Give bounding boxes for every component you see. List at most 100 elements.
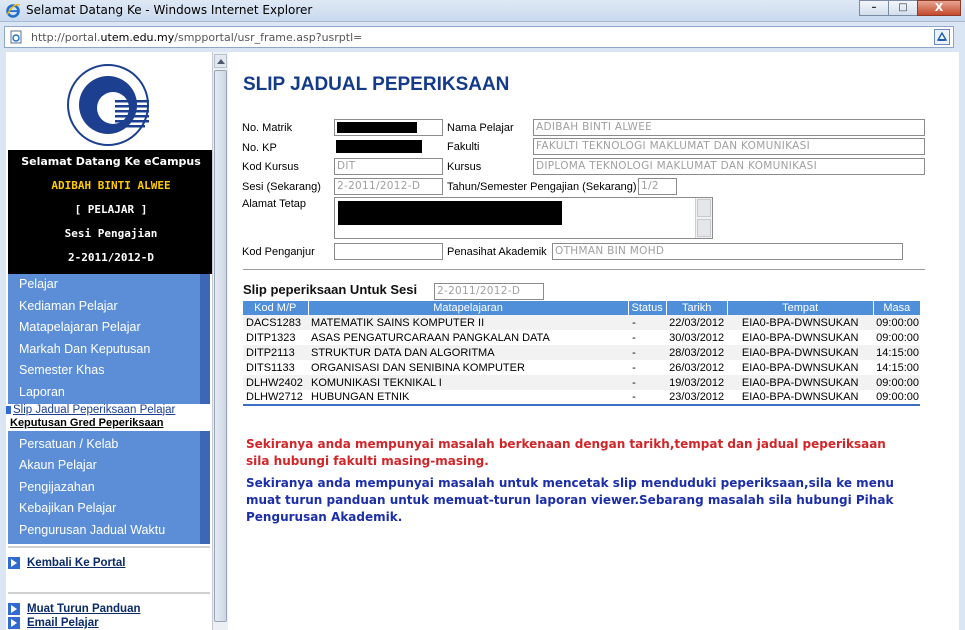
tahun-semester-field: 1/2 [638, 178, 677, 195]
page-icon [10, 30, 22, 44]
col-header: Status [628, 301, 667, 315]
no-kp-redacted [336, 140, 422, 153]
table-cell: EIA0-BPA-DWNSUKAN [727, 375, 874, 390]
table-cell: EIA0-BPA-DWNSUKAN [727, 345, 874, 360]
link-kembali-portal[interactable]: Kembali Ke Portal [8, 556, 125, 570]
session-label: Sesi Pengajian [64, 227, 158, 240]
penasihat-akademik-field: OTHMAN BIN MOHD [552, 243, 903, 260]
scroll-up-icon[interactable] [697, 199, 711, 217]
table-cell: 26/03/2012 [666, 360, 728, 375]
table-cell: MATEMATIK SAINS KOMPUTER II [308, 315, 629, 330]
table-cell: ORGANISASI DAN SENIBINA KOMPUTER [308, 360, 629, 375]
label-no-matrik: No. Matrik [242, 122, 293, 134]
menu-item-matapelajaran[interactable]: Matapelajaran Pelajar [8, 317, 200, 339]
table-cell: - [628, 360, 667, 375]
table-cell: EIA0-BPA-DWNSUKAN [727, 360, 874, 375]
student-name: ADIBAH BINTI ALWEE [51, 179, 171, 192]
col-header: Masa [873, 301, 920, 315]
scroll-up-icon[interactable] [214, 54, 227, 68]
nama-pelajar-field: ADIBAH BINTI ALWEE [533, 119, 925, 136]
minimize-icon: – [871, 2, 877, 13]
sidebar-menu: Pelajar Kediaman Pelajar Matapelajaran P… [6, 274, 212, 544]
label-fakulti: Fakulti [447, 141, 480, 153]
url-field[interactable]: http://portal.utem.edu.my/smpportal/usr_… [4, 26, 954, 48]
address-bar: http://portal.utem.edu.my/smpportal/usr_… [0, 22, 965, 52]
note-faculty-contact: Sekiranya anda mempunyai masalah berkena… [246, 437, 886, 468]
menu-item-kediaman[interactable]: Kediaman Pelajar [8, 296, 200, 318]
table-row: DLHW2402 KOMUNIKASI TEKNIKAL I -19/03/2012… [243, 375, 920, 390]
label-alamat-tetap: Alamat Tetap [242, 198, 307, 210]
menu-item-pengijazahan[interactable]: Pengijazahan [8, 477, 200, 499]
menu-item-pelajar[interactable]: Pelajar [8, 274, 200, 296]
welcome-text: Selamat Datang Ke eCampus [21, 155, 201, 168]
maximize-icon: □ [898, 2, 908, 13]
table-cell: 14:15:00 [873, 360, 920, 375]
table-cell: 28/03/2012 [666, 345, 728, 360]
arrow-link-icon [8, 557, 20, 569]
menu-item-kebajikan[interactable]: Kebajikan Pelajar [8, 498, 200, 520]
ie-icon [6, 4, 21, 18]
menu-item-persatuan[interactable]: Persatuan / Kelab [8, 434, 200, 456]
user-role: [ PELAJAR ] [74, 203, 148, 216]
table-cell: - [628, 390, 667, 406]
close-icon: X [934, 1, 944, 14]
session-value: 2-2011/2012-D [67, 251, 155, 264]
minimize-button[interactable]: – [859, 0, 889, 16]
no-matrik-field [334, 119, 443, 136]
textarea-scrollbar[interactable] [695, 198, 712, 238]
menu-item-semester-khas[interactable]: Semester Khas [8, 360, 200, 382]
table-cell: EIA0-BPA-DWNSUKAN [727, 390, 874, 406]
close-button[interactable]: X [917, 0, 961, 16]
url-text: http://portal.utem.edu.my/smpportal/usr_… [31, 31, 363, 44]
menu-item-laporan[interactable]: Laporan [8, 382, 200, 404]
page-title: SLIP JADUAL PEPERIKSAAN [243, 74, 510, 95]
menu-item-akaun[interactable]: Akaun Pelajar [8, 455, 200, 477]
menu-item-keputusan-gred[interactable]: Keputusan Gred Peperiksaan [6, 416, 212, 431]
sidebar-scrollbar[interactable] [212, 52, 228, 630]
table-cell: DITP2113 [243, 345, 308, 360]
slip-session-field: 2-2011/2012-D [434, 283, 544, 300]
table-cell: DLHW2712 [243, 390, 308, 406]
table-cell: - [628, 315, 667, 330]
arrow-icon [6, 405, 11, 414]
table-row: DACS1283 MATEMATIK SAINS KOMPUTER II -22/0… [243, 315, 920, 330]
table-cell: STRUKTUR DATA DAN ALGORITMA [308, 345, 629, 360]
table-cell: DLHW2402 [243, 375, 308, 390]
col-header: Matapelajaran [308, 301, 629, 315]
sidebar-divider [8, 546, 210, 548]
sidebar: Selamat Datang Ke eCampus ADIBAH BINTI A… [6, 52, 212, 630]
label-no-kp: No. KP [242, 142, 277, 154]
table-cell: 19/03/2012 [666, 375, 728, 390]
exam-table: Kod M/P Matapelajaran Status Tarikh Temp… [243, 301, 920, 406]
compatibility-view-icon[interactable] [934, 29, 950, 45]
alamat-tetap-textarea[interactable] [334, 197, 713, 239]
label-tahun-semester: Tahun/Semester Pengajian (Sekarang) [447, 181, 637, 193]
table-row: DITP2113 STRUKTUR DATA DAN ALGORITMA -28/0… [243, 345, 920, 360]
arrow-link-icon [8, 617, 20, 629]
kod-kursus-field: DIT [334, 158, 443, 175]
menu-item-jadual-waktu[interactable]: Pengurusan Jadual Waktu [8, 520, 200, 542]
scroll-down-icon[interactable] [697, 219, 711, 237]
table-cell: - [628, 345, 667, 360]
menu-item-markah[interactable]: Markah Dan Keputusan [8, 339, 200, 361]
col-header: Tarikh [666, 301, 728, 315]
table-cell: - [628, 330, 667, 345]
sidebar-divider [8, 592, 210, 594]
kod-penganjur-field [334, 243, 443, 260]
scroll-thumb[interactable] [214, 70, 227, 622]
link-email-pelajar[interactable]: Email Pelajar [8, 616, 99, 630]
table-header-row: Kod M/P Matapelajaran Status Tarikh Temp… [243, 301, 920, 315]
col-header: Kod M/P [243, 301, 309, 315]
arrow-link-icon [8, 603, 20, 615]
table-cell: EIA0-BPA-DWNSUKAN [727, 315, 874, 330]
table-row: DITP1323 ASAS PENGATURCARAAN PANGKALAN DA… [243, 330, 920, 345]
label-sesi: Sesi (Sekarang) [242, 181, 321, 193]
table-cell: KOMUNIKASI TEKNIKAL I [308, 375, 629, 390]
kursus-field: DIPLOMA TEKNOLOGI MAKLUMAT DAN KOMUNIKAS… [533, 158, 925, 175]
section-divider [243, 269, 925, 270]
label-kursus: Kursus [447, 161, 482, 173]
menu-item-slip-jadual[interactable]: Slip Jadual Peperiksaan Pelajar [6, 403, 212, 417]
label-kod-penganjur: Kod Penganjur [242, 246, 315, 258]
maximize-button[interactable]: □ [888, 0, 918, 16]
link-muat-turun-panduan[interactable]: Muat Turun Panduan [8, 602, 141, 616]
